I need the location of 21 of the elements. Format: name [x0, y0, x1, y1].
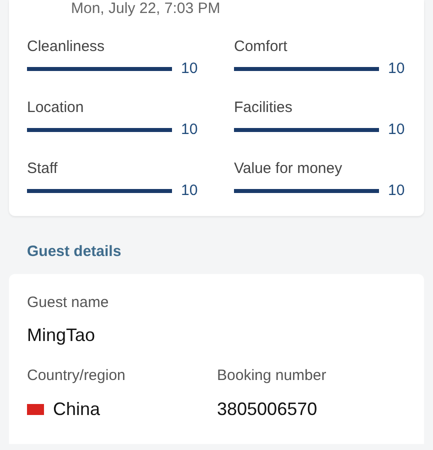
score-label: Staff [27, 160, 59, 178]
section-heading: Guest details [26, 242, 122, 262]
field-label: Country/region [27, 366, 126, 386]
score-value: 10 [388, 121, 405, 139]
score-label: Value for money [234, 160, 344, 178]
country-value: China [53, 398, 100, 420]
flag-icon [27, 404, 44, 414]
score-value: 10 [181, 121, 198, 139]
guest-name: MingTao [27, 324, 96, 347]
score-label: Location [27, 99, 85, 117]
score-label: Comfort [234, 38, 288, 56]
field-label: Booking number [217, 366, 326, 386]
review-date: Mon, July 22, 7:03 PM [70, 0, 222, 16]
score-label: Cleanliness [27, 38, 106, 56]
score-label: Facilities [234, 99, 294, 117]
score-value: 10 [388, 182, 405, 200]
field-label: Guest name [27, 292, 110, 312]
score-value: 10 [181, 182, 198, 200]
booking-number: 3805006570 [217, 398, 318, 420]
score-value: 10 [388, 60, 405, 78]
score-value: 10 [181, 60, 198, 78]
